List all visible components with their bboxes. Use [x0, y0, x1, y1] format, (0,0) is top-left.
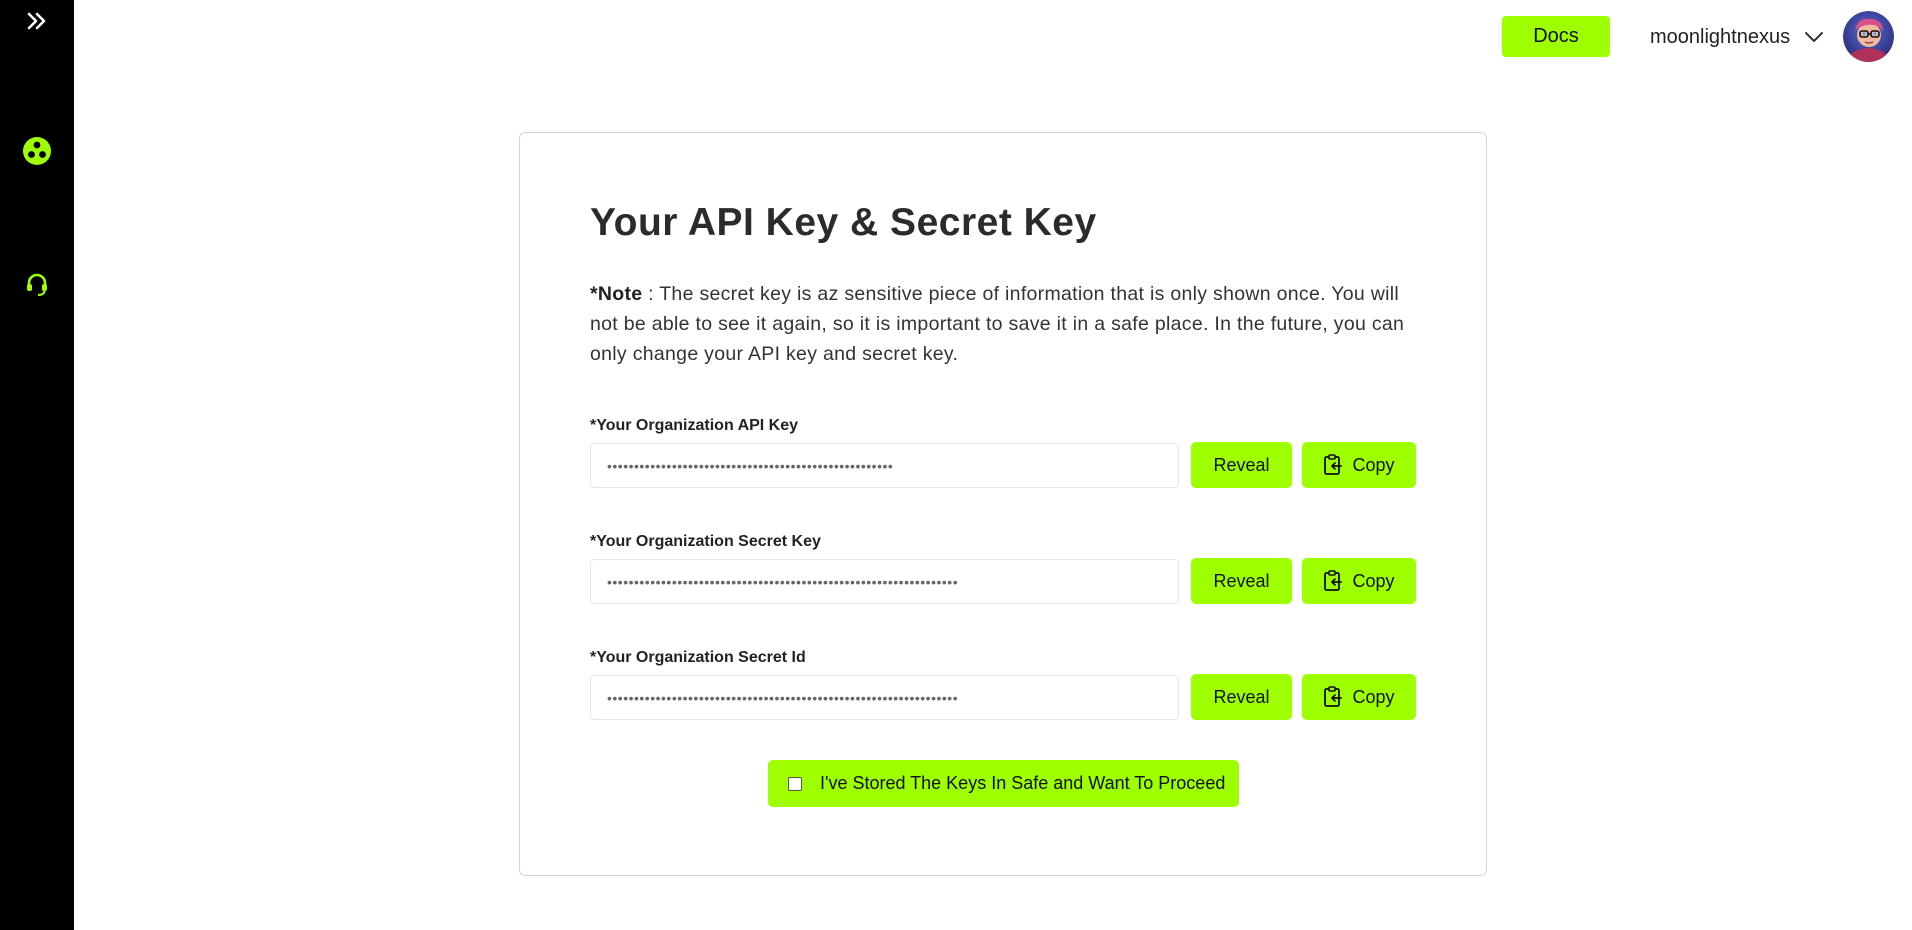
copy-label: Copy: [1352, 454, 1395, 475]
username: moonlightnexus: [1650, 25, 1791, 48]
api-keys-card: Your API Key & Secret Key *Note : The se…: [519, 132, 1487, 876]
reveal-api-key-button[interactable]: Reveal: [1191, 442, 1292, 488]
reveal-secret-key-button[interactable]: Reveal: [1191, 558, 1292, 604]
clipboard-copy-icon: [1323, 686, 1343, 708]
avatar[interactable]: [1843, 11, 1894, 62]
headset-icon: [27, 273, 47, 296]
clipboard-copy-icon: [1323, 454, 1343, 476]
secret-id-label: *Your Organization Secret Id: [590, 649, 806, 666]
secret-id-input[interactable]: [590, 675, 1179, 720]
copy-label: Copy: [1352, 686, 1395, 707]
api-key-label: *Your Organization API Key: [590, 417, 799, 434]
api-key-input[interactable]: [590, 443, 1179, 488]
clipboard-copy-icon: [1323, 570, 1343, 592]
user-menu[interactable]: moonlightnexus: [1650, 14, 1826, 60]
copy-api-key-button[interactable]: Copy: [1302, 442, 1416, 488]
chevron-down-icon[interactable]: [1804, 26, 1826, 48]
copy-secret-id-button[interactable]: Copy: [1302, 674, 1416, 720]
sidebar-item-support[interactable]: [0, 269, 74, 299]
proceed-checkbox[interactable]: [788, 776, 802, 791]
proceed-confirmation[interactable]: I've Stored The Keys In Safe and Want To…: [768, 760, 1239, 807]
security-note: *Note : The secret key is az sensitive p…: [590, 279, 1420, 369]
note-label: *Note: [590, 283, 643, 305]
sidebar: [0, 0, 74, 930]
page-title: Your API Key & Secret Key: [590, 201, 1097, 244]
note-text: : The secret key is az sensitive piece o…: [590, 283, 1405, 365]
three-dots-circle-icon: [23, 137, 51, 165]
copy-secret-key-button[interactable]: Copy: [1302, 558, 1416, 604]
double-chevron-right-icon[interactable]: [0, 8, 74, 34]
docs-button[interactable]: Docs: [1502, 16, 1610, 57]
secret-key-input[interactable]: [590, 559, 1179, 604]
reveal-secret-id-button[interactable]: Reveal: [1191, 674, 1292, 720]
sidebar-item-dashboard[interactable]: [0, 134, 74, 168]
copy-label: Copy: [1352, 570, 1395, 591]
secret-key-label: *Your Organization Secret Key: [590, 533, 821, 550]
proceed-label: I've Stored The Keys In Safe and Want To…: [820, 773, 1226, 793]
